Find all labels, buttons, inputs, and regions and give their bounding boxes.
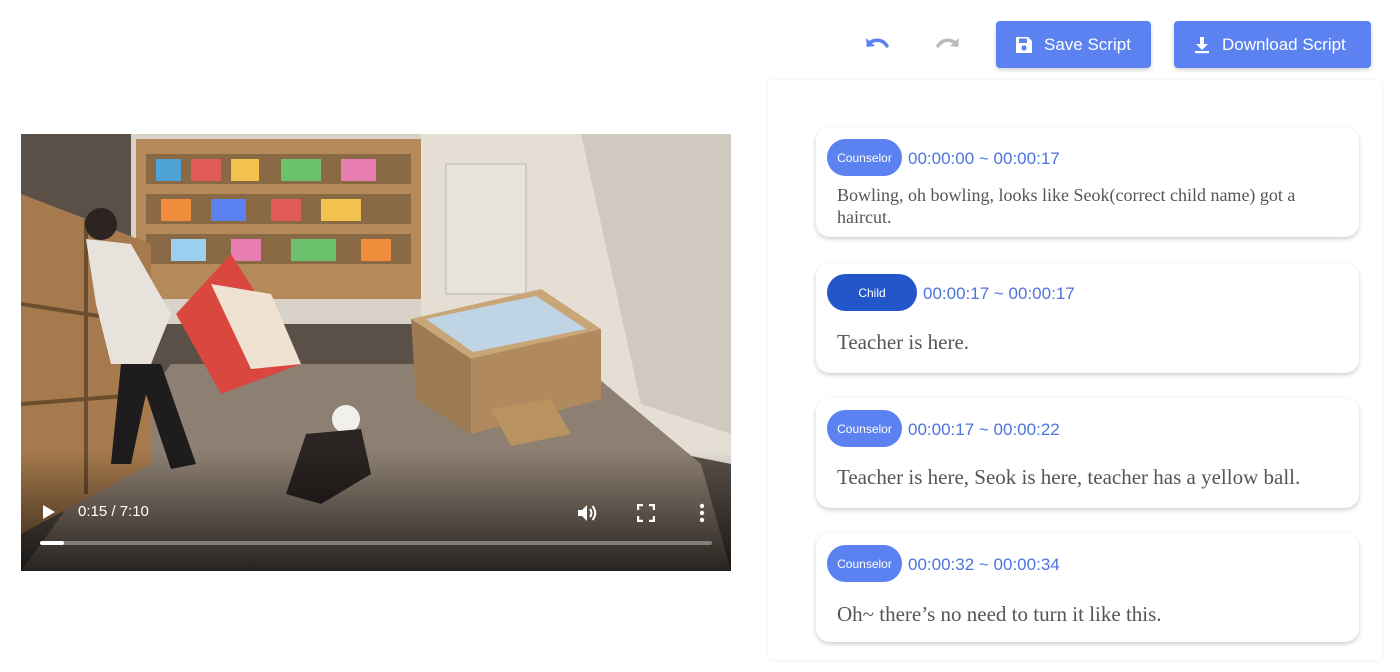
video-player[interactable]: 0:15 / 7:10 [21, 134, 731, 571]
transcript-card[interactable]: Counselor 00:00:17 ~ 00:00:22 Teacher is… [816, 398, 1359, 508]
video-time-display: 0:15 / 7:10 [78, 503, 149, 520]
save-script-button[interactable]: Save Script [996, 21, 1151, 68]
volume-button[interactable] [575, 500, 601, 526]
fullscreen-button[interactable] [633, 500, 659, 526]
floppy-disk-icon [1016, 36, 1032, 53]
timestamp: 00:00:17 ~ 00:00:17 [923, 284, 1075, 303]
more-vertical-icon [699, 503, 705, 523]
speaker-badge-counselor: Counselor [827, 545, 902, 582]
speaker-badge-child: Child [827, 274, 917, 311]
download-script-label: Download Script [1222, 34, 1346, 54]
play-icon [43, 505, 55, 519]
play-button[interactable] [37, 500, 61, 524]
video-progress-fill [40, 541, 64, 545]
transcript-card[interactable]: Counselor 00:00:00 ~ 00:00:17 Bowling, o… [816, 127, 1359, 237]
save-script-label: Save Script [1044, 34, 1131, 54]
transcript-card[interactable]: Child 00:00:17 ~ 00:00:17 Teacher is her… [816, 263, 1359, 373]
timestamp: 00:00:17 ~ 00:00:22 [908, 420, 1060, 439]
speaker-badge-counselor: Counselor [827, 139, 902, 176]
utterance-text: Teacher is here. [837, 330, 970, 354]
redo-icon [936, 38, 959, 48]
utterance-text: Oh~ there’s no need to turn it like this… [837, 602, 1162, 626]
video-progress-bar[interactable] [40, 541, 712, 545]
timestamp: 00:00:32 ~ 00:00:34 [908, 555, 1060, 574]
utterance-text: Bowling, oh bowling, looks like Seok(cor… [837, 185, 1296, 227]
speaker-badge-counselor: Counselor [827, 410, 902, 447]
utterance-text: Teacher is here, Seok is here, teacher h… [837, 465, 1301, 489]
volume-icon [578, 505, 597, 521]
redo-button[interactable] [933, 30, 963, 60]
transcript-card[interactable]: Counselor 00:00:32 ~ 00:00:34 Oh~ there’… [816, 533, 1359, 642]
download-script-button[interactable]: Download Script [1174, 21, 1371, 68]
undo-button[interactable] [862, 30, 892, 60]
download-icon [1195, 36, 1209, 53]
transcript-panel: Counselor 00:00:00 ~ 00:00:17 Bowling, o… [768, 80, 1382, 660]
undo-icon [866, 38, 889, 48]
timestamp: 00:00:00 ~ 00:00:17 [908, 149, 1060, 168]
more-options-button[interactable] [689, 500, 715, 526]
fullscreen-icon [637, 504, 655, 522]
